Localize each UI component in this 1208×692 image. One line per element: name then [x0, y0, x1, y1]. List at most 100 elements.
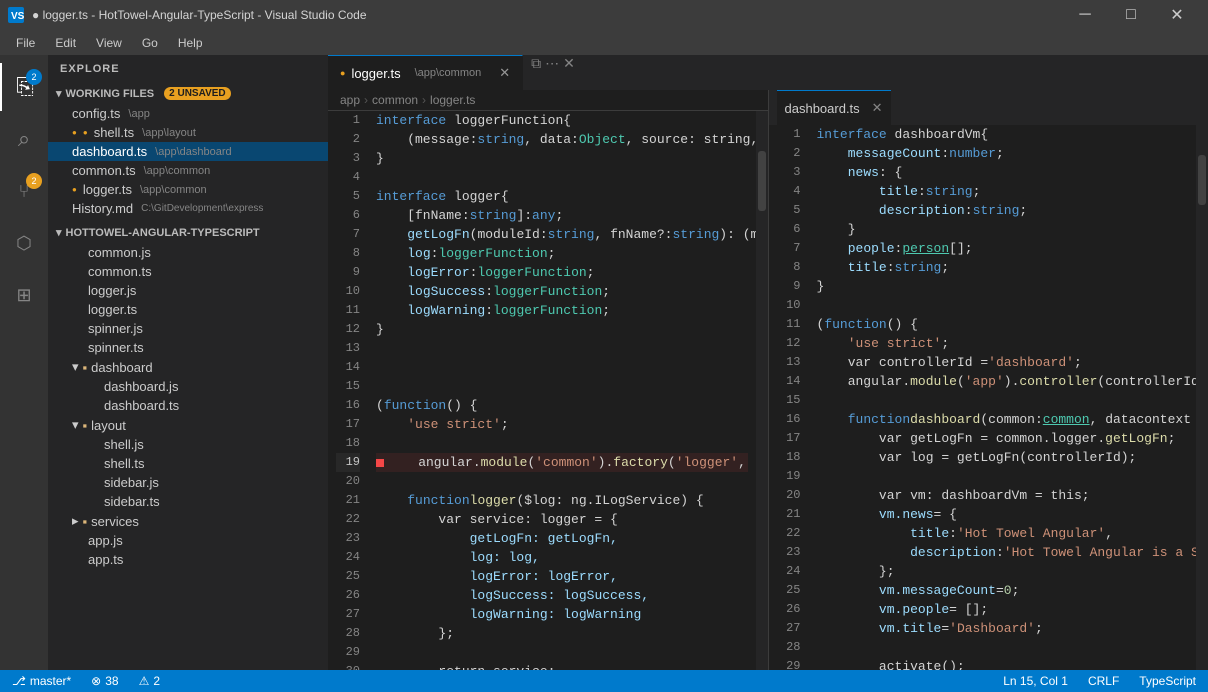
working-file-shell[interactable]: ● shell.ts \app\layout [48, 123, 328, 142]
code-line-29 [376, 643, 748, 662]
r-line-23: description: 'Hot Towel Angular is a S [817, 543, 1189, 562]
close-editor-button[interactable]: ✕ [563, 55, 575, 90]
sidebar-title: EXPLORE [48, 55, 328, 83]
working-files-arrow: ▾ [56, 87, 62, 100]
file-sidebar-js[interactable]: sidebar.js [48, 473, 328, 492]
errors-icon: ⊗ [91, 674, 101, 688]
project-arrow: ▾ [56, 226, 62, 239]
cursor-position-label: Ln 15, Col 1 [1003, 674, 1068, 688]
r-line-19 [817, 467, 1189, 486]
right-code-content[interactable]: 123 456 789 101112 131415 161718 192021 … [769, 125, 1208, 670]
config-ts-label: config.ts [72, 106, 120, 121]
code-line-17: 'use strict'; [376, 415, 748, 434]
code-line-27: logWarning: logWarning [376, 605, 748, 624]
r-line-28 [817, 638, 1189, 657]
menu-edit[interactable]: Edit [47, 34, 84, 52]
code-line-18 [376, 434, 748, 453]
menu-view[interactable]: View [88, 34, 130, 52]
activity-extensions[interactable]: ⊞ [0, 271, 48, 319]
git-badge: 2 [26, 173, 42, 189]
code-line-12: } [376, 320, 748, 339]
left-line-numbers: 123 456 789 101112 131415 161718 19 2021… [328, 111, 368, 670]
tab-logger-ts[interactable]: ● logger.ts \app\common ✕ [328, 55, 523, 90]
activity-search[interactable]: ⌕ [0, 115, 48, 163]
left-code-content[interactable]: 123 456 789 101112 131415 161718 19 2021… [328, 111, 768, 670]
code-line-25: logError: logError, [376, 567, 748, 586]
menu-go[interactable]: Go [134, 34, 166, 52]
r-line-20: var vm: dashboardVm = this; [817, 486, 1189, 505]
line-ending-item[interactable]: CRLF [1084, 674, 1123, 688]
folder-services[interactable]: ▸ ▪ services [48, 511, 328, 531]
minimize-button[interactable]: ─ [1062, 0, 1108, 30]
working-file-config[interactable]: config.ts \app [48, 104, 328, 123]
working-files-header[interactable]: ▾ WORKING FILES 2 UNSAVED [48, 83, 328, 104]
right-code-editor: dashboard.ts ✕ 123 456 789 101112 131415… [769, 90, 1208, 670]
debug-icon: ⬡ [16, 233, 32, 254]
file-spinner-ts[interactable]: spinner.ts [48, 338, 328, 357]
folder-dashboard[interactable]: ▾ ▪ dashboard [48, 357, 328, 377]
more-actions-button[interactable]: ⋯ [545, 55, 559, 90]
file-common-ts[interactable]: common.ts [48, 262, 328, 281]
file-dashboard-js[interactable]: dashboard.js [48, 377, 328, 396]
project-header[interactable]: ▾ HOTTOWEL-ANGULAR-TYPESCRIPT [48, 222, 328, 243]
file-app-js[interactable]: app.js [48, 531, 328, 550]
dashboard-tab-label: dashboard.ts [785, 101, 860, 116]
working-files-badge: 2 UNSAVED [164, 87, 231, 100]
code-line-16: (function () { [376, 396, 748, 415]
breadcrumb-logger: logger.ts [430, 93, 475, 107]
code-line-8: log: loggerFunction; [376, 244, 748, 263]
file-spinner-js[interactable]: spinner.js [48, 319, 328, 338]
code-line-7: getLogFn(moduleId: string, fnName?: stri… [376, 225, 748, 244]
menu-file[interactable]: File [8, 34, 43, 52]
right-line-numbers: 123 456 789 101112 131415 161718 192021 … [769, 125, 809, 670]
r-line-16: function dashboard(common: common, datac… [817, 410, 1189, 429]
close-button[interactable]: ✕ [1154, 0, 1200, 30]
file-app-ts[interactable]: app.ts [48, 550, 328, 569]
file-logger-js[interactable]: logger.js [48, 281, 328, 300]
r-line-26: vm.people = []; [817, 600, 1189, 619]
file-logger-ts[interactable]: logger.ts [48, 300, 328, 319]
errors-item[interactable]: ⊗ 38 [87, 674, 122, 688]
history-label: History.md [72, 201, 133, 216]
r-line-3: news: { [817, 163, 1189, 182]
activity-git[interactable]: ⑂ 2 [0, 167, 48, 215]
file-sidebar-ts[interactable]: sidebar.ts [48, 492, 328, 511]
file-common-js[interactable]: common.js [48, 243, 328, 262]
warnings-item[interactable]: ⚠ 2 [135, 674, 164, 688]
git-branch-item[interactable]: ⎇ master* [8, 674, 75, 688]
code-line-21: function logger($log: ng.ILogService) { [376, 491, 748, 510]
statusbar-left: ⎇ master* ⊗ 38 ⚠ 2 [8, 674, 164, 688]
file-shell-ts[interactable]: shell.ts [48, 454, 328, 473]
code-line-6: [fnName: string]: any; [376, 206, 748, 225]
right-code-lines: interface dashboardVm { messageCount: nu… [809, 125, 1197, 670]
breadcrumb-common: common [372, 93, 418, 107]
language-item[interactable]: TypeScript [1135, 674, 1200, 688]
shell-modified-dot: ● [83, 128, 88, 137]
r-line-2: messageCount: number; [817, 144, 1189, 163]
dashboard-ts-label: dashboard.ts [72, 144, 147, 159]
vscode-icon: VS [8, 7, 24, 23]
activity-files[interactable]: ⎘ 2 [0, 63, 48, 111]
cursor-position-item[interactable]: Ln 15, Col 1 [999, 674, 1072, 688]
file-shell-js[interactable]: shell.js [48, 435, 328, 454]
maximize-button[interactable]: □ [1108, 0, 1154, 30]
split-editor-button[interactable]: ⧉ [531, 55, 541, 90]
working-file-common[interactable]: common.ts \app\common [48, 161, 328, 180]
code-line-28: }; [376, 624, 748, 643]
left-code-lines: interface loggerFunction { (message: str… [368, 111, 756, 670]
left-breadcrumb: app › common › logger.ts [328, 90, 768, 111]
folder-layout[interactable]: ▾ ▪ layout [48, 415, 328, 435]
code-line-1: interface loggerFunction { [376, 111, 748, 130]
menu-help[interactable]: Help [170, 34, 211, 52]
logger-tab-close[interactable]: ✕ [499, 65, 510, 81]
file-dashboard-ts[interactable]: dashboard.ts [48, 396, 328, 415]
r-line-7: people: person[]; [817, 239, 1189, 258]
working-file-dashboard[interactable]: dashboard.ts \app\dashboard [48, 142, 328, 161]
logger-tab-dot: ● [340, 68, 345, 78]
activity-debug[interactable]: ⬡ [0, 219, 48, 267]
folder-layout-icon: ▪ [83, 418, 88, 433]
dashboard-tab-close[interactable]: ✕ [872, 100, 883, 116]
editor-area: ● logger.ts \app\common ✕ ⧉ ⋯ ✕ app › [328, 55, 1208, 670]
working-file-history[interactable]: History.md C:\GitDevelopment\express [48, 199, 328, 218]
working-file-logger[interactable]: ● logger.ts \app\common [48, 180, 328, 199]
